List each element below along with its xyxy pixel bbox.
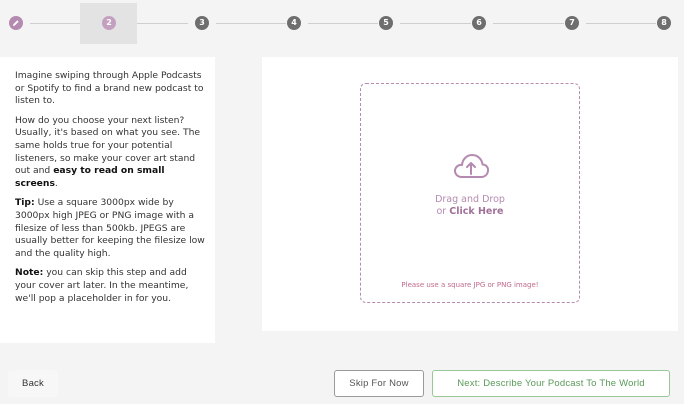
step-4[interactable]: 4 [287,16,301,30]
step-6[interactable]: 6 [472,16,486,30]
choose-paragraph: How do you choose your next listen? Usua… [15,115,205,191]
tip-label: Tip: [15,197,35,209]
click-here-link[interactable]: Click Here [449,206,503,217]
step-connector [586,23,656,24]
note-paragraph: Note: you can skip this step and add you… [15,267,205,305]
cloud-upload-icon [454,154,490,178]
tip-paragraph: Tip: Use a square 3000px wide by 3000px … [15,197,205,260]
cover-art-instructions: Imagine swiping through Apple Podcasts o… [0,57,215,343]
intro-paragraph: Imagine swiping through Apple Podcasts o… [15,70,204,107]
step-5[interactable]: 5 [379,16,393,30]
step-8[interactable]: 8 [657,16,671,30]
click-here-line: or Click Here [361,206,579,217]
cover-art-dropzone[interactable]: Drag and Drop or Click Here Please use a… [360,83,580,303]
progress-stepper: 2 3 4 5 6 7 8 [0,0,684,46]
step-2[interactable]: 2 [102,16,116,30]
step-connector [493,23,564,24]
next-step-button[interactable]: Next: Describe Your Podcast To The World [432,370,670,397]
step-3[interactable]: 3 [195,16,209,30]
step-connector [400,23,471,24]
skip-for-now-button[interactable]: Skip For Now [334,370,424,397]
upload-hint: Please use a square JPG or PNG image! [401,281,539,289]
pencil-icon [13,20,19,26]
back-button[interactable]: Back [8,370,58,397]
choose-end: . [54,177,58,189]
upload-panel: Drag and Drop or Click Here Please use a… [262,57,678,331]
step-1-done[interactable] [9,16,23,30]
note-label: Note: [15,267,44,279]
step-connector [216,23,286,24]
tip-text: Use a square 3000px wide by 3000px high … [15,197,205,259]
step-connector [130,23,188,24]
or-label: or [436,206,450,217]
drag-drop-label: Drag and Drop [435,194,505,205]
step-7[interactable]: 7 [565,16,579,30]
step-connector [308,23,378,24]
